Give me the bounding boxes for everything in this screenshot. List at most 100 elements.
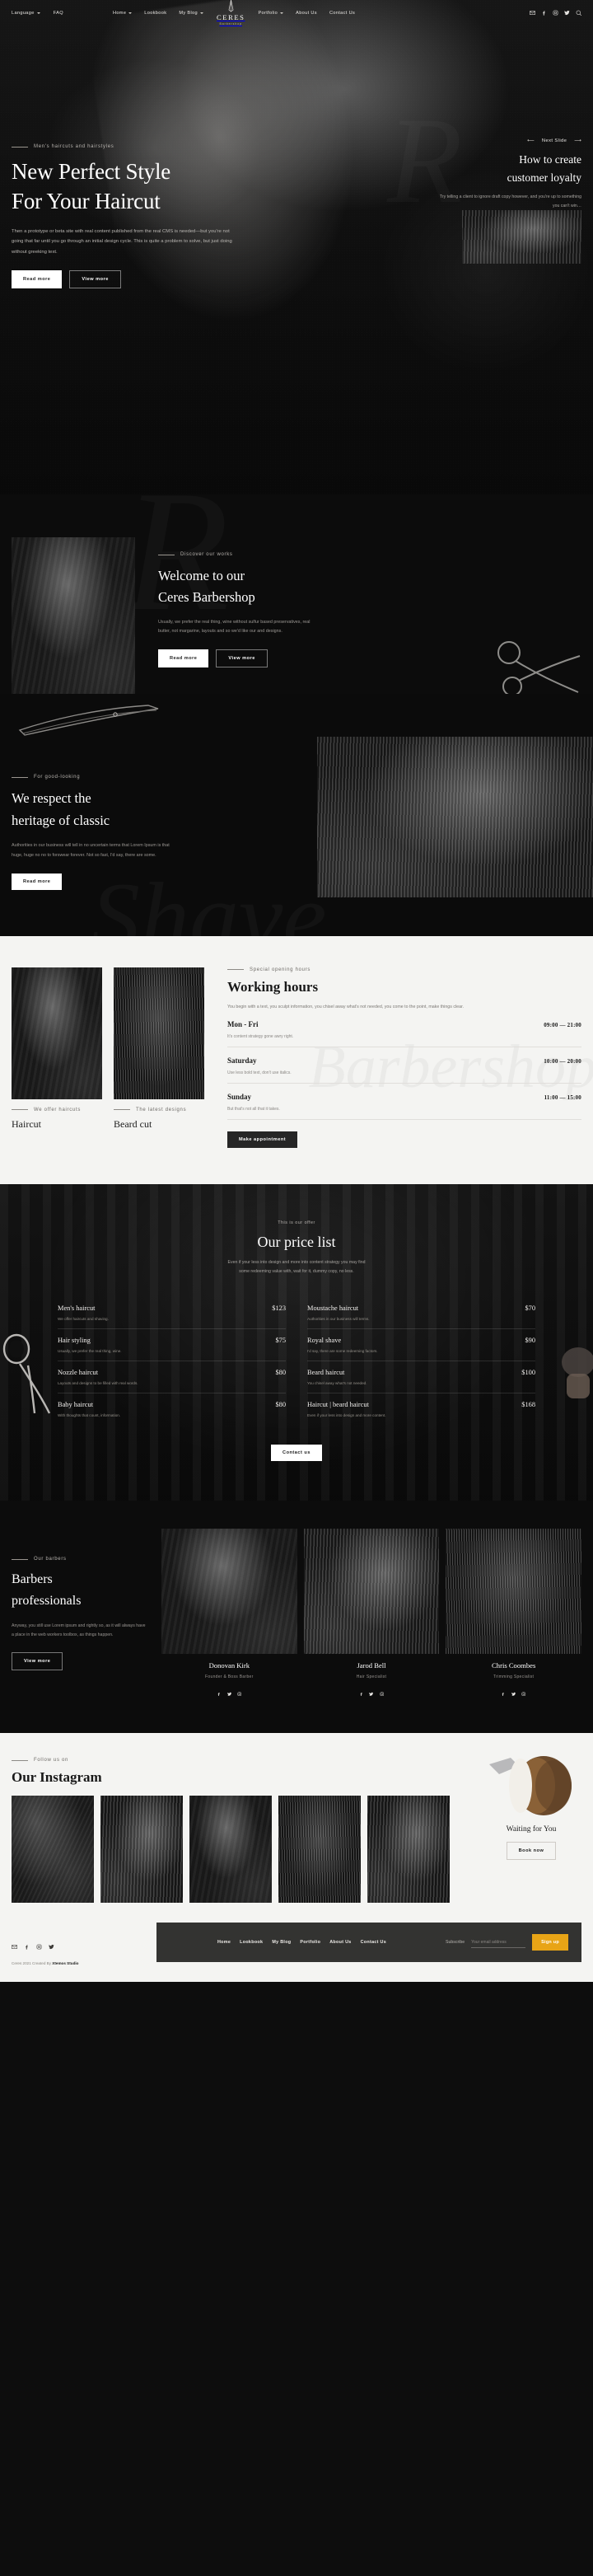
welcome-view-more-button[interactable]: View more	[216, 649, 268, 667]
price-item-price: $80	[275, 1401, 286, 1409]
barbers-eyebrow: Our barbers	[12, 1557, 161, 1562]
barbers-section: Our barbers Barbers professionals Anyway…	[0, 1501, 593, 1734]
barber-social-links	[446, 1685, 581, 1700]
hero-slide-paragraph: Try telling a client to ignore draft cop…	[439, 194, 581, 208]
barber-card[interactable]: Chris Coombes Trimming Specialist	[446, 1529, 582, 1700]
footer-nav-home[interactable]: Home	[217, 1940, 231, 1945]
mail-icon[interactable]	[12, 1939, 17, 1954]
twitter-icon[interactable]	[369, 1685, 374, 1700]
insta-photo-3[interactable]	[189, 1796, 272, 1904]
heritage-read-more-button[interactable]: Read more	[12, 873, 63, 890]
instagram-icon[interactable]	[521, 1685, 526, 1700]
service-card-haircut[interactable]: We offer haircuts Haircut	[12, 967, 102, 1149]
book-now-button[interactable]: Book now	[506, 1842, 557, 1861]
welcome-read-more-button[interactable]: Read more	[158, 649, 209, 667]
heritage-photo	[317, 737, 593, 897]
insta-photo-1[interactable]	[12, 1796, 94, 1904]
price-item-name: Royal shave	[307, 1337, 342, 1345]
footer-nav-my-blog[interactable]: My Blog	[272, 1940, 291, 1945]
insta-photo-4[interactable]	[278, 1796, 361, 1904]
barber-card[interactable]: Donovan Kirk Founder & Boss Barber	[161, 1529, 297, 1700]
search-icon[interactable]	[576, 10, 582, 16]
price-item-price: $80	[275, 1369, 286, 1377]
instagram-icon[interactable]	[380, 1685, 385, 1700]
hero-eyebrow: Men's haircuts and hairstyles	[12, 144, 252, 149]
dash-icon	[12, 776, 28, 778]
footer-nav-contact-us[interactable]: Contact Us	[361, 1940, 386, 1945]
hours-eyebrow-label: Special opening hours	[250, 967, 311, 972]
insta-photo-5[interactable]	[367, 1796, 450, 1904]
heritage-title-line1: We respect the	[12, 790, 91, 806]
hero-content-left: Men's haircuts and hairstyles New Perfec…	[12, 144, 252, 289]
facebook-icon[interactable]	[217, 1685, 222, 1700]
instagram-icon[interactable]	[553, 10, 558, 16]
instagram-icon[interactable]	[36, 1939, 42, 1954]
dash-icon	[227, 969, 244, 971]
twitter-icon[interactable]	[49, 1939, 54, 1954]
hero-content-right: ⟵ Next Slide ⟶ How to create customer lo…	[392, 138, 581, 210]
nav-item-home[interactable]: Home	[113, 11, 133, 16]
slider-next-slide-label: Next Slide	[541, 138, 567, 143]
twitter-icon[interactable]	[563, 10, 570, 16]
twitter-icon[interactable]	[226, 1685, 232, 1700]
razor-logo-icon	[226, 0, 236, 12]
hours-day: Mon - Fri	[227, 1020, 259, 1029]
chevron-down-icon	[128, 12, 133, 14]
instagram-icon[interactable]	[237, 1685, 242, 1700]
make-appointment-button[interactable]: Make appointment	[227, 1131, 298, 1149]
hero-thumbnail-image[interactable]	[462, 210, 581, 264]
facebook-icon[interactable]	[359, 1685, 364, 1700]
barbers-eyebrow-label: Our barbers	[34, 1557, 67, 1562]
nav-item-language[interactable]: Language	[12, 11, 40, 16]
header-nav-mid-left: Home Lookbook My Blog	[113, 11, 204, 16]
subscribe-signup-button[interactable]: Sign up	[532, 1934, 568, 1951]
slider-next-arrow-icon[interactable]: ⟶	[574, 138, 581, 143]
barber-role: Founder & Boss Barber	[205, 1674, 254, 1680]
barber-card[interactable]: Jarod Bell Hair Specialist	[303, 1529, 440, 1700]
footer-social-links	[12, 1939, 156, 1954]
nav-item-faq[interactable]: FAQ	[54, 11, 63, 16]
price-item-top: Beard haircut $100	[307, 1369, 535, 1376]
hero-eyebrow-label: Men's haircuts and hairstyles	[34, 144, 114, 149]
hero-view-more-button[interactable]: View more	[69, 270, 121, 289]
price-item: Men's haircut $123 We offer haircuts and…	[58, 1297, 286, 1330]
hours-row-top: Mon - Fri 09:00 — 21:00	[227, 1020, 581, 1028]
hero-title: New Perfect Style For Your Haircut	[12, 157, 252, 217]
nav-label: Portfolio	[258, 10, 278, 16]
insta-photo-2[interactable]	[100, 1796, 183, 1904]
slider-prev-arrow-icon[interactable]: ⟵	[527, 138, 535, 143]
service-card-beard-cut[interactable]: The latest designs Beard cut	[114, 967, 204, 1149]
contact-us-button[interactable]: Contact us	[271, 1445, 322, 1462]
footer-bar: Home Lookbook My Blog Portfolio About Us…	[156, 1923, 581, 1963]
service-eyebrow: The latest designs	[114, 1108, 204, 1112]
mail-icon[interactable]	[529, 10, 535, 16]
price-item-top: Baby haircut $80	[58, 1401, 286, 1408]
price-item: Haircut | beard haircut $168 Even if you…	[307, 1393, 535, 1425]
nav-item-about-us[interactable]: About Us	[296, 11, 317, 16]
facebook-icon[interactable]	[541, 10, 547, 16]
facebook-icon[interactable]	[501, 1685, 506, 1700]
pricing-title: Our price list	[257, 1234, 336, 1251]
price-item-name: Men's haircut	[58, 1304, 96, 1313]
price-item: Royal shave $90 I'd say, there are some …	[307, 1329, 535, 1362]
nav-item-my-blog[interactable]: My Blog	[179, 11, 204, 16]
footer-nav-portfolio[interactable]: Portfolio	[300, 1940, 320, 1945]
facebook-icon[interactable]	[24, 1939, 30, 1954]
subscribe-email-input[interactable]	[471, 1937, 526, 1948]
barbers-view-more-button[interactable]: View more	[12, 1651, 63, 1670]
price-item-name: Baby haircut	[58, 1401, 94, 1409]
footer-nav-about-us[interactable]: About Us	[329, 1940, 351, 1945]
hero-read-more-button[interactable]: Read more	[12, 270, 63, 289]
nav-item-portfolio[interactable]: Portfolio	[258, 10, 284, 16]
site-logo[interactable]: CERES Barbershop	[217, 0, 245, 26]
footer-nav-lookbook[interactable]: Lookbook	[240, 1940, 263, 1945]
twitter-icon[interactable]	[511, 1685, 516, 1700]
pricing-cta: Contact us	[0, 1443, 593, 1462]
footer-copyright-text: Ceres 2021 Created By	[12, 1961, 53, 1966]
nav-item-contact-us[interactable]: Contact Us	[329, 11, 355, 16]
hours-row-top: Sunday 11:00 — 15:00	[227, 1093, 581, 1101]
nav-label: Lookbook	[144, 10, 167, 16]
nav-label: Language	[12, 10, 35, 16]
nav-item-lookbook[interactable]: Lookbook	[144, 11, 166, 16]
barber-photo	[161, 1529, 297, 1655]
